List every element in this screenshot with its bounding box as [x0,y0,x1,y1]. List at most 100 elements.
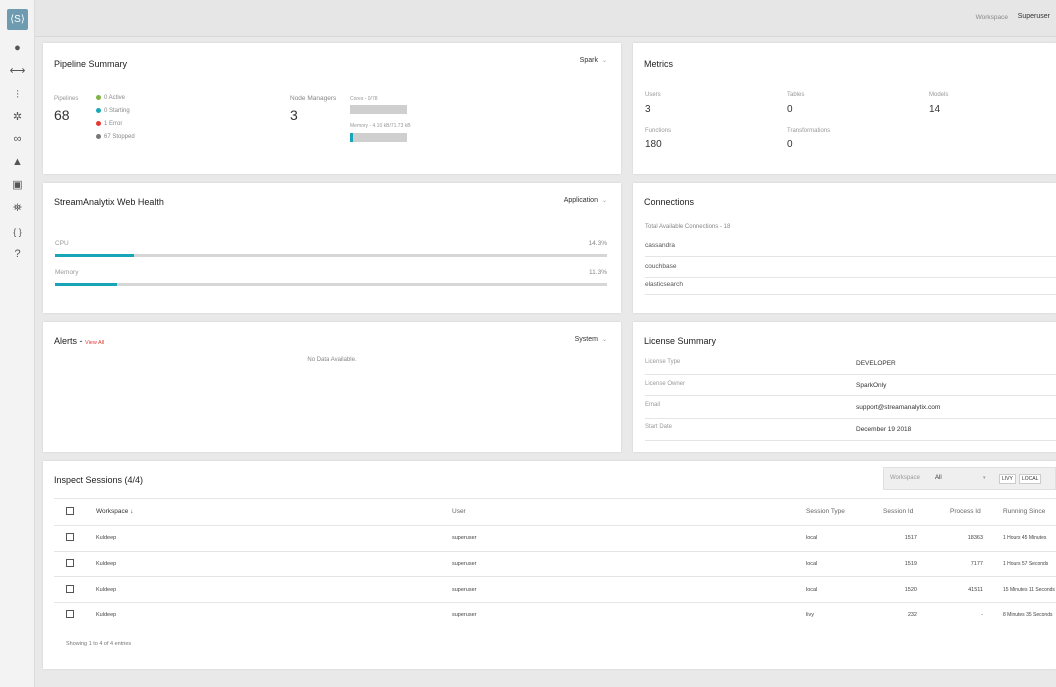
app-logo[interactable]: ⟨S⟩ [7,9,28,30]
row-checkbox[interactable] [66,559,74,567]
cores-bar [350,105,407,114]
alerts-card: Alerts - View All System ⌄ No Data Availa… [43,322,621,452]
view-all-link[interactable]: View All [85,340,104,346]
dropdown-value: Spark [579,57,598,64]
cell-user: superuser [452,535,477,541]
status-dot [96,121,101,126]
license-type-label: License Type [645,359,681,365]
row-checkbox[interactable] [66,610,74,618]
filter-livy-toggle[interactable]: LIVY [999,474,1016,484]
cpu-bar-fill [55,254,134,257]
column-header-session-type[interactable]: Session Type [806,508,845,515]
node-managers-label: Node Managers [290,95,337,102]
column-header-running-since[interactable]: Running Since [1003,508,1045,515]
alerts-source-dropdown[interactable]: System ⌄ [575,336,607,343]
pipelines-count: 68 [54,107,70,123]
workspace-filter-value[interactable]: All [935,475,942,481]
status-dot [96,95,101,100]
user-menu[interactable]: Superuser [1018,13,1050,20]
column-header-process-id[interactable]: Process Id [950,508,981,515]
link-icon[interactable]: ∞ [0,132,35,146]
status-stopped[interactable]: 67 Stopped [96,134,135,140]
alerts-empty-message: No Data Available. [307,357,357,363]
metrics-card: Metrics Users 3 Tables 0 Models 14 Funct… [633,43,1056,174]
chevron-down-icon: ⌄ [601,198,607,204]
status-active[interactable]: 0 Active [96,95,125,101]
metric-users-label: Users [645,92,661,98]
divider [54,602,1056,603]
pipelines-label: Pipelines [54,96,79,102]
cell-session-type: livy [806,612,814,618]
help-icon[interactable]: ? [0,247,35,261]
column-header-session-id[interactable]: Session Id [883,508,913,515]
filter-local-toggle[interactable]: LOCAL [1019,474,1042,484]
metric-functions-label: Functions [645,128,672,134]
pipeline-icon[interactable]: ⟷ [0,64,35,78]
cell-workspace: Kuldeep [96,612,117,618]
connection-item[interactable]: couchbase [645,263,676,270]
cell-session-type: local [806,587,818,593]
group-icon[interactable]: ⛯ [0,201,35,215]
sliders-icon[interactable]: ⫶ [0,88,35,102]
memory-bar-fill [350,133,354,142]
card-title: Connections [644,197,695,207]
status-starting[interactable]: 0 Starting [96,108,130,114]
cell-running-since: 1 Hours 57 Seconds [1003,561,1049,567]
divider [645,294,1056,295]
email-label: Email [645,402,661,408]
cell-session-type: local [806,535,818,541]
table-footer-entries: Showing 1 to 4 of 4 entries [66,641,132,647]
chevron-down-icon: ▾ [983,475,986,481]
divider [645,418,1056,419]
sidebar: ⟨S⟩ ● ⟷ ⫶ ✲ ∞ ▲ ▣ ⛯ { } ? [0,0,35,687]
bell-icon[interactable]: ▲ [0,155,35,169]
cell-process-id: 7177 [970,561,983,567]
card-title: Inspect Sessions (4/4) [54,475,144,485]
cell-workspace: Kuldeep [96,587,117,593]
metric-models-value: 14 [929,104,941,115]
column-header-user[interactable]: User [452,508,466,515]
row-checkbox[interactable] [66,585,74,593]
memory-bar [350,133,407,142]
cell-process-id: - [981,612,983,618]
start-date-value: December 19 2018 [856,426,912,433]
pipeline-engine-dropdown[interactable]: Spark ⌄ [580,57,607,64]
divider [645,395,1056,396]
gear-icon[interactable]: ✲ [0,110,35,124]
cell-session-type: local [806,561,818,567]
divider [54,498,1056,499]
divider [645,277,1056,278]
divider [54,576,1056,577]
user-icon[interactable]: ● [0,41,35,55]
start-date-label: Start Date [645,424,673,430]
health-source-dropdown[interactable]: Application ⌄ [564,197,607,204]
license-summary-card: License Summary License Type DEVELOPER L… [633,322,1056,452]
divider [645,374,1056,375]
connection-item[interactable]: elasticsearch [645,281,683,288]
license-type-value: DEVELOPER [856,360,896,367]
metric-users-value: 3 [645,104,651,115]
top-bar: Workspace Superuser [35,0,1056,37]
memory-usage-value: 11.3% [589,269,607,276]
connections-total: Total Available Connections - 18 [645,224,731,230]
chevron-down-icon: ⌄ [601,58,607,64]
web-health-card: StreamAnalytix Web Health Application ⌄ C… [43,183,621,313]
select-all-checkbox[interactable] [66,507,74,515]
cell-user: superuser [452,561,477,567]
metric-transformations-label: Transformations [787,128,831,134]
metric-functions-value: 180 [645,139,662,150]
status-error[interactable]: 1 Error [96,121,122,127]
divider [645,440,1056,441]
cell-user: superuser [452,612,477,618]
connection-item[interactable]: cassandra [645,242,675,249]
dropdown-value: System [574,336,598,343]
chevron-down-icon: ⌄ [601,337,607,343]
braces-icon[interactable]: { } [0,225,35,239]
license-owner-label: License Owner [645,381,686,387]
divider [54,551,1056,552]
cell-session-id: 1520 [904,587,917,593]
workspace-label[interactable]: Workspace [976,14,1008,21]
column-header-workspace[interactable]: Workspace ↓ [96,508,133,515]
report-icon[interactable]: ▣ [0,178,35,192]
row-checkbox[interactable] [66,533,74,541]
